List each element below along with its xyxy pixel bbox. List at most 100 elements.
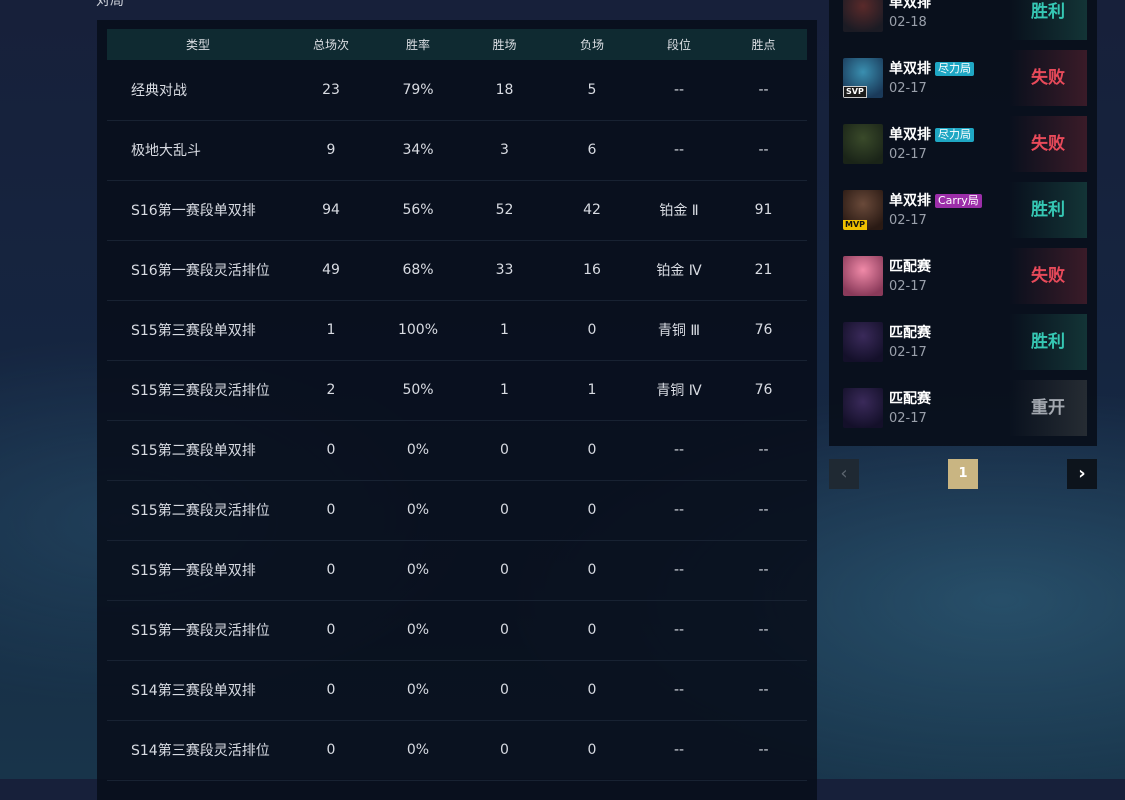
match-result: 重开 (1009, 380, 1087, 436)
cell-type: S16第一赛段灵活排位 (131, 263, 270, 279)
cell-lp: 21 (754, 262, 773, 278)
table-row: S16第一赛段灵活排位 49 68% 33 16 铂金 Ⅳ 21 (107, 240, 807, 300)
match-item[interactable]: SVP 单双排 尽力局 02-17 失败 (843, 50, 1087, 106)
champion-avatar: MVP (843, 190, 883, 230)
champion-avatar: SVP (843, 58, 883, 98)
table-row: S16第一赛段单双排 94 56% 52 42 铂金 Ⅱ 91 (107, 180, 807, 240)
pagination-next-button[interactable]: › (1067, 459, 1097, 489)
match-result: 胜利 (1009, 182, 1087, 238)
cell-winrate: 68% (402, 262, 434, 278)
cell-losses: 1 (587, 382, 597, 398)
cell-winrate: 0% (406, 502, 430, 518)
match-history-list: 单双排 02-18 胜利 SVP 单双排 尽力局 02-17 失败 单双排 尽力局 02-17 失败 M… (829, 0, 1097, 446)
cell-winrate: 100% (397, 322, 439, 338)
cell-lp: -- (758, 682, 769, 698)
cell-lp: -- (758, 742, 769, 758)
champion-avatar (843, 388, 883, 428)
mvp-badge: MVP (843, 220, 868, 230)
cell-lp: -- (758, 81, 769, 98)
cell-lp: -- (758, 142, 769, 158)
table-row: 极地大乱斗 9 34% 3 6 -- -- (107, 120, 807, 180)
cell-rank: 铂金 Ⅳ (656, 263, 702, 279)
performance-tag: 尽力局 (935, 62, 974, 76)
match-item[interactable]: 匹配赛 02-17 失败 (843, 248, 1087, 304)
match-mode-label: 单双排 (889, 127, 931, 143)
cell-type: S15第三赛段灵活排位 (131, 383, 270, 399)
match-mode: 匹配赛 (889, 322, 931, 342)
cell-total: 9 (326, 142, 336, 158)
cell-total: 0 (326, 742, 336, 758)
column-header-wins: 胜场 (492, 38, 517, 52)
cell-total: 1 (326, 322, 336, 338)
table-row: S14第三赛段单双排 0 0% 0 0 -- -- (107, 660, 807, 720)
cell-rank: -- (673, 502, 685, 518)
cell-total: 94 (322, 202, 340, 218)
cell-total: 0 (326, 622, 336, 638)
match-mode-label: 单双排 (889, 61, 931, 77)
table-header-row: 类型 总场次 胜率 胜场 负场 段位 胜点 (107, 29, 807, 60)
cell-losses: 0 (587, 442, 597, 458)
table-row: S14第三赛段灵活排位 0 0% 0 0 -- -- (107, 720, 807, 780)
table-row: S15第二赛段单双排 0 0% 0 0 -- -- (107, 420, 807, 480)
table-row: S15第三赛段灵活排位 2 50% 1 1 青铜 Ⅳ 76 (107, 360, 807, 420)
cell-type: S14第三赛段灵活排位 (131, 743, 270, 759)
cell-rank: -- (673, 142, 685, 158)
match-mode-label: 单双排 (889, 193, 931, 209)
stats-table: 类型 总场次 胜率 胜场 负场 段位 胜点 经典对战 23 79% 18 5 -- -- 极地… (107, 29, 807, 781)
performance-tag: Carry局 (935, 194, 982, 208)
cell-winrate: 0% (406, 622, 430, 638)
column-header-type: 类型 (185, 38, 210, 52)
match-date: 02-17 (889, 147, 927, 162)
cell-wins: 0 (500, 502, 509, 518)
match-mode-label: 匹配赛 (889, 259, 931, 275)
table-row: S15第一赛段单双排 0 0% 0 0 -- -- (107, 540, 807, 600)
match-item[interactable]: MVP 单双排 Carry局 02-17 胜利 (843, 182, 1087, 238)
match-result: 失败 (1009, 50, 1087, 106)
cell-winrate: 79% (402, 81, 434, 98)
match-item[interactable]: 匹配赛 02-17 重开 (843, 380, 1087, 436)
match-item[interactable]: 匹配赛 02-17 胜利 (843, 314, 1087, 370)
cell-rank: 青铜 Ⅲ (657, 323, 701, 339)
cell-lp: 91 (754, 202, 773, 218)
cell-lp: -- (758, 622, 769, 638)
cell-wins: 52 (495, 202, 514, 218)
cell-losses: 0 (587, 502, 597, 518)
cell-total: 0 (326, 562, 336, 578)
cell-type: 极地大乱斗 (131, 143, 201, 159)
cell-wins: 33 (495, 262, 514, 278)
cell-wins: 0 (500, 742, 509, 758)
cell-type: S14第三赛段单双排 (131, 683, 256, 699)
cell-rank: -- (673, 442, 685, 458)
cell-total: 2 (326, 382, 336, 398)
column-header-losses: 负场 (579, 38, 604, 52)
cell-type: S15第二赛段单双排 (131, 443, 256, 459)
cell-lp: -- (758, 562, 769, 578)
match-mode: 单双排 Carry局 (889, 190, 982, 210)
match-date: 02-18 (889, 15, 927, 30)
cell-winrate: 50% (402, 382, 434, 398)
cell-losses: 0 (587, 562, 597, 578)
pagination-prev-button[interactable]: ‹ (829, 459, 859, 489)
section-title: 对局 (96, 0, 124, 9)
column-header-lp: 胜点 (751, 38, 776, 52)
pagination-page-1[interactable]: 1 (948, 459, 978, 489)
cell-lp: -- (758, 442, 769, 458)
cell-losses: 6 (587, 142, 597, 158)
cell-type: S15第一赛段灵活排位 (131, 623, 270, 639)
cell-rank: -- (673, 81, 685, 98)
match-item[interactable]: 单双排 02-18 胜利 (843, 0, 1087, 40)
column-header-total: 总场次 (312, 38, 349, 52)
match-mode: 单双排 (889, 0, 931, 12)
cell-type: S16第一赛段单双排 (131, 203, 256, 219)
cell-type: 经典对战 (131, 82, 187, 99)
match-mode-label: 匹配赛 (889, 325, 931, 341)
table-row: S15第一赛段灵活排位 0 0% 0 0 -- -- (107, 600, 807, 660)
match-date: 02-17 (889, 411, 927, 426)
cell-rank: -- (673, 562, 685, 578)
cell-lp: 76 (754, 382, 773, 398)
cell-losses: 42 (583, 202, 601, 218)
match-mode-label: 匹配赛 (889, 391, 931, 407)
match-mode: 单双排 尽力局 (889, 58, 974, 78)
match-item[interactable]: 单双排 尽力局 02-17 失败 (843, 116, 1087, 172)
match-mode: 匹配赛 (889, 256, 931, 276)
